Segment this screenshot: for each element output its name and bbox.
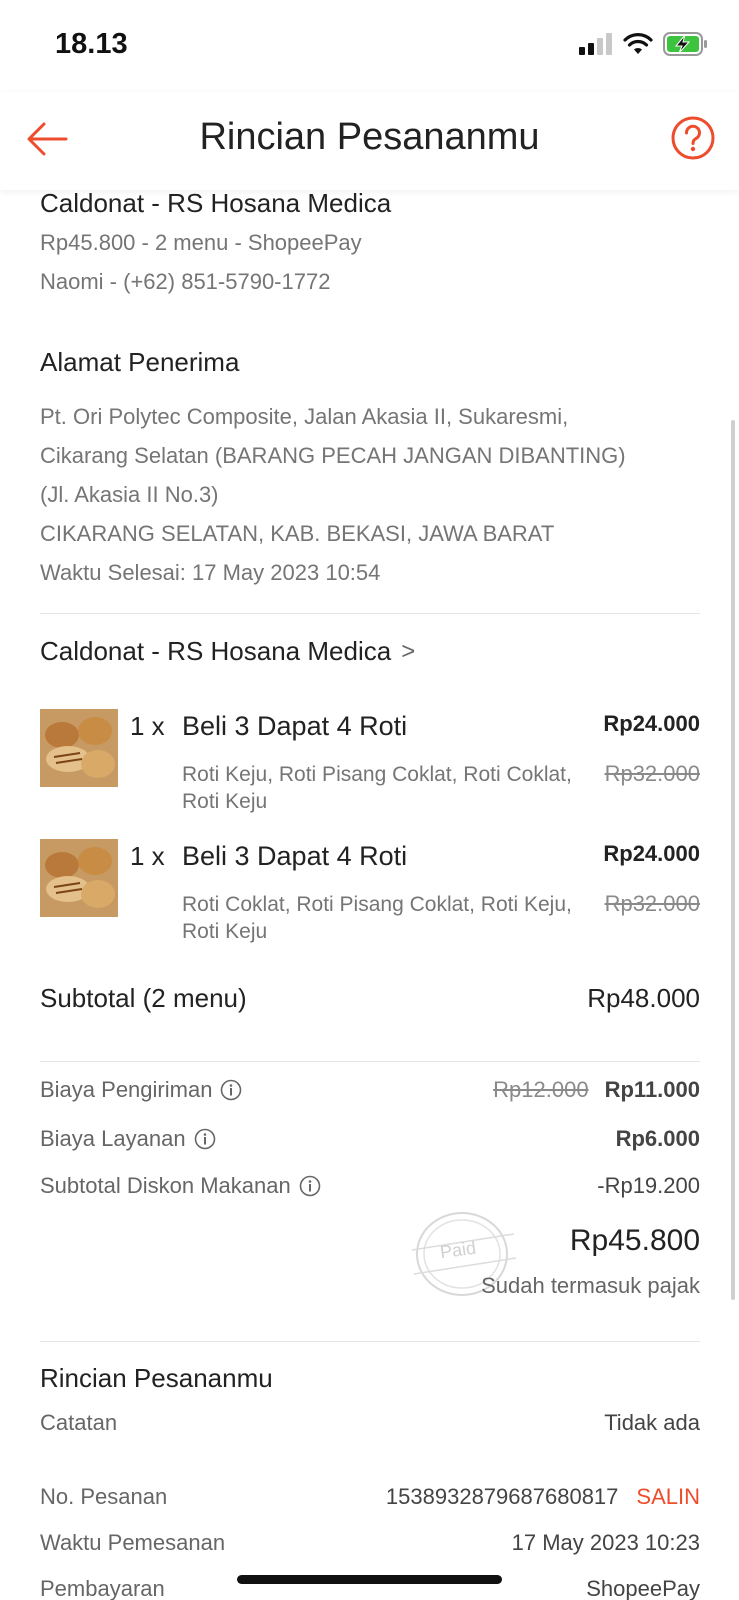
- food-discount-label: Subtotal Diskon Makanan: [40, 1173, 291, 1198]
- finished-time: Waktu Selesai: 17 May 2023 10:54: [40, 560, 381, 585]
- shipping-fee-row: Biaya Pengiriman Rp12.000 Rp11.000: [40, 1077, 700, 1103]
- page-title: Rincian Pesananmu: [199, 116, 540, 158]
- item-name: Beli 3 Dapat 4 Roti: [182, 841, 408, 871]
- divider: [40, 613, 700, 614]
- address-line-1: Pt. Ori Polytec Composite, Jalan Akasia …: [40, 404, 569, 429]
- note-row: Catatan Tidak ada: [40, 1410, 700, 1436]
- item-description: Roti Coklat, Roti Pisang Coklat, Roti Ke…: [182, 893, 572, 943]
- shipping-fee-value: Rp11.000: [604, 1077, 700, 1102]
- order-time-row: Waktu Pemesanan 17 May 2023 10:23: [40, 1530, 700, 1556]
- order-store-name: Caldonat - RS Hosana Medica: [40, 188, 392, 218]
- shipping-fee-label-wrap: Biaya Pengiriman: [40, 1077, 242, 1103]
- tax-note: Sudah termasuk pajak: [481, 1273, 700, 1298]
- home-indicator: [237, 1575, 502, 1584]
- wifi-icon: [623, 33, 653, 54]
- order-time-label: Waktu Pemesanan: [40, 1530, 226, 1555]
- subtotal-label: Subtotal (2 menu): [40, 983, 247, 1013]
- status-time: 18.13: [55, 28, 128, 60]
- subtotal-row: Subtotal (2 menu) Rp48.000: [40, 983, 700, 1014]
- service-fee-label: Biaya Layanan: [40, 1126, 186, 1151]
- scrollbar[interactable]: [731, 420, 735, 1300]
- address-line-3: (Jl. Akasia II No.3): [40, 482, 219, 507]
- service-fee-label-wrap: Biaya Layanan: [40, 1126, 216, 1152]
- details-heading: Rincian Pesananmu: [40, 1363, 273, 1393]
- food-discount-label-wrap: Subtotal Diskon Makanan: [40, 1173, 321, 1199]
- item-price: Rp24.000: [603, 711, 700, 736]
- subtotal-value: Rp48.000: [587, 983, 700, 1013]
- chevron-right-icon: >: [401, 637, 416, 665]
- order-price-line: Rp45.800 - 2 menu - ShopeePay: [40, 230, 362, 255]
- service-fee-value: Rp6.000: [615, 1126, 700, 1151]
- order-item: 1 x Beli 3 Dapat 4 Roti Roti Coklat, Rot…: [40, 839, 700, 959]
- note-label: Catatan: [40, 1410, 118, 1435]
- order-time-value: 17 May 2023 10:23: [511, 1530, 700, 1555]
- shipping-fee-original: Rp12.000: [493, 1077, 589, 1102]
- info-icon[interactable]: [299, 1175, 321, 1197]
- battery-charging-icon: [663, 32, 707, 56]
- bread-image: [40, 839, 118, 917]
- store-link-name: Caldonat - RS Hosana Medica: [40, 636, 392, 666]
- item-description: Roti Keju, Roti Pisang Coklat, Roti Cokl…: [182, 763, 572, 813]
- payment-label: Pembayaran: [40, 1576, 165, 1600]
- address-line-2: Cikarang Selatan (BARANG PECAH JANGAN DI…: [40, 443, 626, 468]
- copy-button[interactable]: SALIN: [636, 1484, 700, 1510]
- divider: [40, 1341, 700, 1342]
- bread-image: [40, 709, 118, 787]
- order-number-label: No. Pesanan: [40, 1484, 168, 1509]
- food-discount-value: -Rp19.200: [597, 1173, 700, 1198]
- status-icons: [579, 32, 709, 56]
- order-item: 1 x Beli 3 Dapat 4 Roti Roti Keju, Roti …: [40, 709, 700, 829]
- signal-icon: [579, 33, 612, 55]
- payment-value: ShopeePay: [586, 1576, 700, 1600]
- order-contact: Naomi - (+62) 851-5790-1772: [40, 269, 331, 294]
- service-fee-row: Biaya Layanan Rp6.000: [40, 1126, 700, 1152]
- app-header: Rincian Pesananmu: [0, 92, 739, 190]
- item-name: Beli 3 Dapat 4 Roti: [182, 711, 408, 741]
- shipping-fee-values: Rp12.000 Rp11.000: [493, 1077, 700, 1103]
- order-number-value: 1538932879687680817: [385, 1484, 619, 1509]
- order-number-wrap: 1538932879687680817 SALIN: [386, 1484, 700, 1510]
- shipping-fee-label: Biaya Pengiriman: [40, 1077, 213, 1102]
- help-icon: [671, 116, 715, 160]
- store-link[interactable]: Caldonat - RS Hosana Medica >: [40, 636, 415, 667]
- item-quantity: 1 x: [130, 841, 165, 871]
- food-discount-row: Subtotal Diskon Makanan -Rp19.200: [40, 1173, 700, 1199]
- address-line-4: CIKARANG SELATAN, KAB. BEKASI, JAWA BARA…: [40, 521, 555, 546]
- item-original-price: Rp32.000: [604, 761, 700, 786]
- item-original-price: Rp32.000: [604, 891, 700, 916]
- help-button[interactable]: [669, 114, 717, 162]
- item-price: Rp24.000: [603, 841, 700, 866]
- status-bar: 18.13: [0, 0, 739, 92]
- total-value: Rp45.800: [569, 1224, 700, 1257]
- info-icon[interactable]: [194, 1128, 216, 1150]
- info-icon[interactable]: [220, 1079, 242, 1101]
- divider: [40, 1061, 700, 1062]
- address-heading: Alamat Penerima: [40, 347, 240, 377]
- note-value: Tidak ada: [604, 1410, 700, 1435]
- item-quantity: 1 x: [130, 711, 165, 741]
- order-number-row: No. Pesanan 1538932879687680817 SALIN: [40, 1484, 700, 1510]
